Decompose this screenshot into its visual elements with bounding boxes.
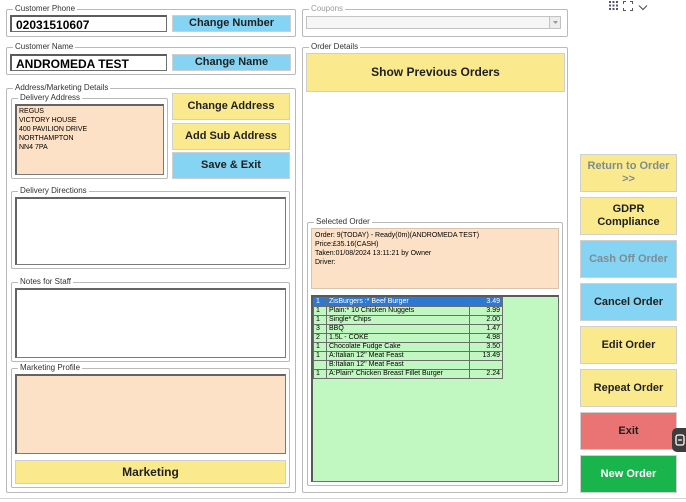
order-item-qty: 1 (313, 297, 327, 307)
address-line: NORTHAMPTON (19, 135, 74, 142)
chevron-down-icon[interactable] (638, 2, 648, 14)
return-to-order-label: Return to Order (587, 160, 670, 172)
customer-name-label: Customer Name (13, 41, 76, 53)
customer-name-field[interactable]: ANDROMEDA TEST (10, 54, 167, 71)
order-item-description: ZisBurgers :* Beef Burger (326, 297, 470, 307)
order-item-description: 1.5L - COKE (326, 333, 470, 343)
add-sub-address-button[interactable]: Add Sub Address (172, 123, 290, 150)
order-info-line: Price:£35.16(CASH) (315, 241, 379, 248)
cancel-order-button[interactable]: Cancel Order (580, 283, 677, 321)
repeat-order-button[interactable]: Repeat Order (580, 369, 677, 407)
order-details-label: Order Details (309, 41, 361, 53)
change-number-button[interactable]: Change Number (172, 15, 291, 32)
notes-for-staff-field[interactable] (15, 288, 286, 358)
grid-icon[interactable] (609, 1, 618, 13)
order-item-description: Single* Chips (326, 315, 470, 325)
change-address-button[interactable]: Change Address (172, 93, 290, 120)
notes-for-staff-label: Notes for Staff (18, 276, 73, 288)
return-to-order-arrows: >> (622, 173, 635, 185)
edit-order-button[interactable]: Edit Order (580, 326, 677, 364)
order-item-description: BBQ (326, 324, 470, 334)
side-panel-handle[interactable] (672, 428, 686, 452)
order-info-line: Driver: (315, 259, 336, 266)
marketing-profile-field[interactable] (15, 374, 286, 454)
order-item-description: Chocolate Fudge Cake (326, 342, 470, 352)
marketing-profile-label: Marketing Profile (18, 362, 83, 374)
order-item-price: 1.47 (469, 324, 503, 334)
order-item-price: 2.00 (469, 315, 503, 325)
order-item-qty: 3 (313, 324, 327, 334)
order-item-price: 3.50 (469, 342, 503, 352)
order-item-price: 13.49 (469, 351, 503, 361)
order-items-table: 1 ZisBurgers :* Beef Burger 3.49 1 Plain:* 1… (313, 297, 503, 379)
order-item-qty: 1 (313, 351, 327, 361)
order-item-row[interactable]: 1 ZisBurgers :* Beef Burger 3.49 (313, 297, 503, 307)
dropdown-arrow-icon[interactable] (549, 17, 560, 28)
order-item-row[interactable]: 3 BBQ 1.47 (313, 324, 503, 334)
address-line: VICTORY HOUSE (19, 117, 77, 124)
order-item-price (469, 360, 503, 370)
expand-icon[interactable] (623, 1, 633, 14)
order-item-qty: 1 (313, 315, 327, 325)
panel-handle-icon (675, 434, 685, 446)
order-item-price: 2.24 (469, 369, 503, 379)
order-item-price: 3.99 (469, 306, 503, 316)
delivery-directions-label: Delivery Directions (18, 185, 89, 197)
delivery-address-field[interactable]: REGUS VICTORY HOUSE 400 PAVILION DRIVE N… (15, 104, 164, 175)
order-item-row[interactable]: 1 A:Italian 12'' Meat Feast 13.49 (313, 351, 503, 361)
address-line: REGUS (19, 108, 44, 115)
order-item-qty: 2 (313, 333, 327, 343)
order-item-qty: 1 (313, 306, 327, 316)
order-item-row[interactable]: 1 Single* Chips 2.00 (313, 315, 503, 325)
cash-off-order-button[interactable]: Cash Off Order (580, 240, 677, 278)
bottom-divider (0, 498, 686, 499)
order-item-row[interactable]: 1 Plain:* 10 Chicken Nuggets 3.99 (313, 306, 503, 316)
order-info-line: Order: 9(TODAY) - Ready(0m)(ANDROMEDA TE… (315, 232, 480, 239)
order-item-row[interactable]: 1 Chocolate Fudge Cake 3.50 (313, 342, 503, 352)
gdpr-compliance-button[interactable]: GDPR Compliance (580, 197, 677, 235)
address-line: NN4 7PA (19, 144, 48, 151)
exit-button[interactable]: Exit (580, 412, 677, 450)
coupons-select[interactable] (306, 16, 561, 29)
order-item-qty: 1 (313, 369, 327, 379)
customer-phone-field[interactable]: 02031510607 (10, 15, 167, 32)
order-item-qty (313, 360, 327, 370)
order-item-description: A:Plain* Chicken Breast Fillet Burger (326, 369, 470, 379)
coupons-label: Coupons (309, 3, 346, 15)
order-item-price: 4.98 (469, 333, 503, 343)
order-item-description: A:Italian 12'' Meat Feast (326, 351, 470, 361)
order-item-row[interactable]: 1 A:Plain* Chicken Breast Fillet Burger 2.… (313, 369, 503, 379)
return-to-order-button[interactable]: Return to Order >> (580, 154, 677, 192)
marketing-button[interactable]: Marketing (15, 460, 286, 484)
window-controls (607, 0, 652, 12)
order-item-row[interactable]: 2 1.5L - COKE 4.98 (313, 333, 503, 343)
order-info-line: Taken:01/08/2024 13:11:21 by Owner (315, 250, 432, 257)
order-item-row[interactable]: B:Italian 12'' Meat Feast (313, 360, 503, 370)
selected-order-label: Selected Order (314, 216, 372, 228)
gdpr-label: GDPR (612, 203, 645, 215)
new-order-button[interactable]: New Order (580, 455, 677, 493)
customer-phone-label: Customer Phone (13, 3, 78, 15)
change-name-button[interactable]: Change Name (172, 54, 291, 71)
compliance-label: Compliance (597, 216, 660, 228)
order-info-panel: Order: 9(TODAY) - Ready(0m)(ANDROMEDA TE… (311, 228, 559, 289)
order-item-description: B:Italian 12'' Meat Feast (326, 360, 470, 370)
show-previous-orders-button[interactable]: Show Previous Orders (306, 53, 565, 92)
delivery-directions-field[interactable] (15, 197, 286, 265)
order-item-price: 3.49 (469, 297, 503, 307)
order-item-qty: 1 (313, 342, 327, 352)
address-line: 400 PAVILION DRIVE (19, 126, 88, 133)
order-items-list[interactable]: 1 ZisBurgers :* Beef Burger 3.49 1 Plain:* 1… (311, 295, 559, 482)
save-exit-button[interactable]: Save & Exit (172, 152, 290, 179)
delivery-address-label: Delivery Address (18, 92, 83, 104)
order-item-description: Plain:* 10 Chicken Nuggets (326, 306, 470, 316)
